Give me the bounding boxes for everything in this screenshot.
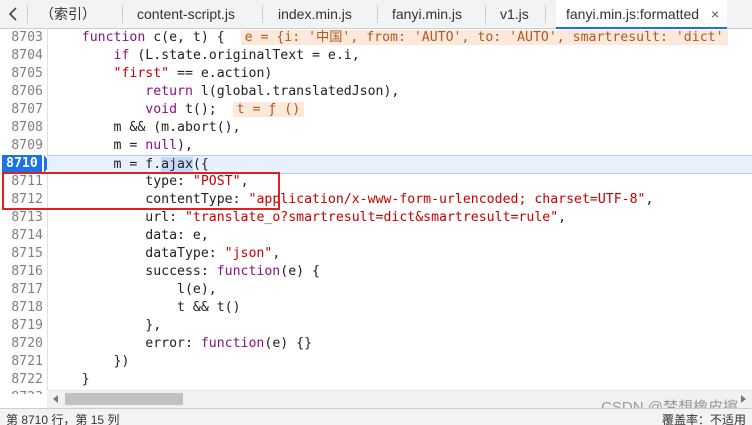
code-line: }, [50,318,162,333]
line-number[interactable]: 8703 [0,29,43,47]
coverage-status: 覆盖率：不适用 [661,413,746,425]
cursor-position: 第 8710 行，第 15 列 [6,413,120,425]
code-line: function c(e, t) { e = {i: '中国', from: '… [50,29,752,47]
code-line: void t(); t = ƒ () [50,101,752,119]
code-line: return l(global.translatedJson), [145,84,400,99]
tab-fanyi-formatted[interactable]: fanyi.min.js:formatted × [556,0,728,29]
line-number[interactable]: 8707 [0,101,43,119]
tab-label: index.min.js [278,6,352,22]
tab-content-script[interactable]: content-script.js [137,0,235,28]
code-line: dataType: "json", [50,246,281,261]
line-number[interactable]: 8715 [0,245,43,263]
line-number[interactable]: 8705 [0,65,43,83]
line-number[interactable]: 8706 [0,83,43,101]
line-number[interactable]: 8721 [0,353,43,371]
inline-value-e: e = {i: '中国', from: 'AUTO', to: 'AUTO', … [240,30,728,45]
code-line: "first" == e.action) [113,66,273,81]
scroll-right-icon[interactable] [741,395,746,403]
code-line: l(e), [50,282,217,297]
code-line-paused: m = f.ajax({ [47,155,752,174]
scroll-left-icon[interactable] [53,395,58,403]
line-number[interactable]: 8713 [0,209,43,227]
line-number[interactable]: 8720 [0,335,43,353]
tab-divider [377,5,378,23]
code-line: error: function(e) {} [50,336,313,351]
tab-index[interactable]: （索引） [40,0,96,28]
code-area[interactable]: function c(e, t) { e = {i: '中国', from: '… [47,29,752,394]
tab-divider [27,5,28,23]
tab-divider [545,5,546,23]
tab-fanyi-min[interactable]: fanyi.min.js [392,0,462,28]
tab-label: （索引） [40,6,96,22]
tab-label: v1.js [500,6,529,22]
line-number[interactable]: 8719 [0,317,43,335]
line-number[interactable]: 8716 [0,263,43,281]
line-number[interactable]: 8704 [0,47,43,65]
line-number[interactable]: 8711 [0,173,43,191]
tab-nav-back-icon[interactable] [2,0,24,28]
code-line: type: "POST", [50,174,249,189]
code-editor[interactable]: 8703 8704 8705 8706 8707 8708 8709 8710 8711 8712… [0,29,752,394]
tab-label: fanyi.min.js:formatted [566,6,700,22]
line-number[interactable]: 8717 [0,281,43,299]
line-number[interactable]: 8712 [0,191,43,209]
code-line: success: function(e) { [50,264,320,279]
code-line: url: "translate_o?smartresult=dict&smart… [50,210,567,225]
breakpoint-marker[interactable]: 8710 [2,155,51,173]
code-line: t && t() [50,300,241,315]
line-number[interactable]: 8714 [0,227,43,245]
tab-close-icon[interactable]: × [711,6,719,22]
tab-label: fanyi.min.js [392,6,463,22]
code-line: } [50,372,90,387]
tab-divider [122,5,123,23]
tab-v1[interactable]: v1.js [500,0,529,28]
scrollbar-thumb[interactable] [65,393,183,405]
line-number[interactable]: 8722 [0,371,43,389]
tab-divider [485,5,486,23]
tab-bar: （索引） content-script.js index.min.js fany… [0,0,752,29]
status-bar: 第 8710 行，第 15 列 覆盖率：不适用 [0,408,752,425]
line-number[interactable]: 8709 [0,137,43,155]
line-number-gutter[interactable]: 8703 8704 8705 8706 8707 8708 8709 8710 8711 8712… [0,29,51,394]
tab-label: content-script.js [137,6,236,22]
line-number[interactable]: 8723 [0,389,43,394]
code-line: contentType: "application/x-www-form-url… [50,192,654,207]
code-line: }) [50,354,130,369]
code-line: data: e, [50,228,209,243]
line-number[interactable]: 8718 [0,299,43,317]
line-number[interactable]: 8708 [0,119,43,137]
code-line: m = null), [50,138,193,153]
code-line: if (L.state.originalText = e.i, [113,48,360,63]
inline-value-t: t = ƒ () [232,102,305,117]
tab-index-min[interactable]: index.min.js [278,0,352,28]
tab-divider [262,5,263,23]
code-line: m && (m.abort(), [50,120,241,135]
